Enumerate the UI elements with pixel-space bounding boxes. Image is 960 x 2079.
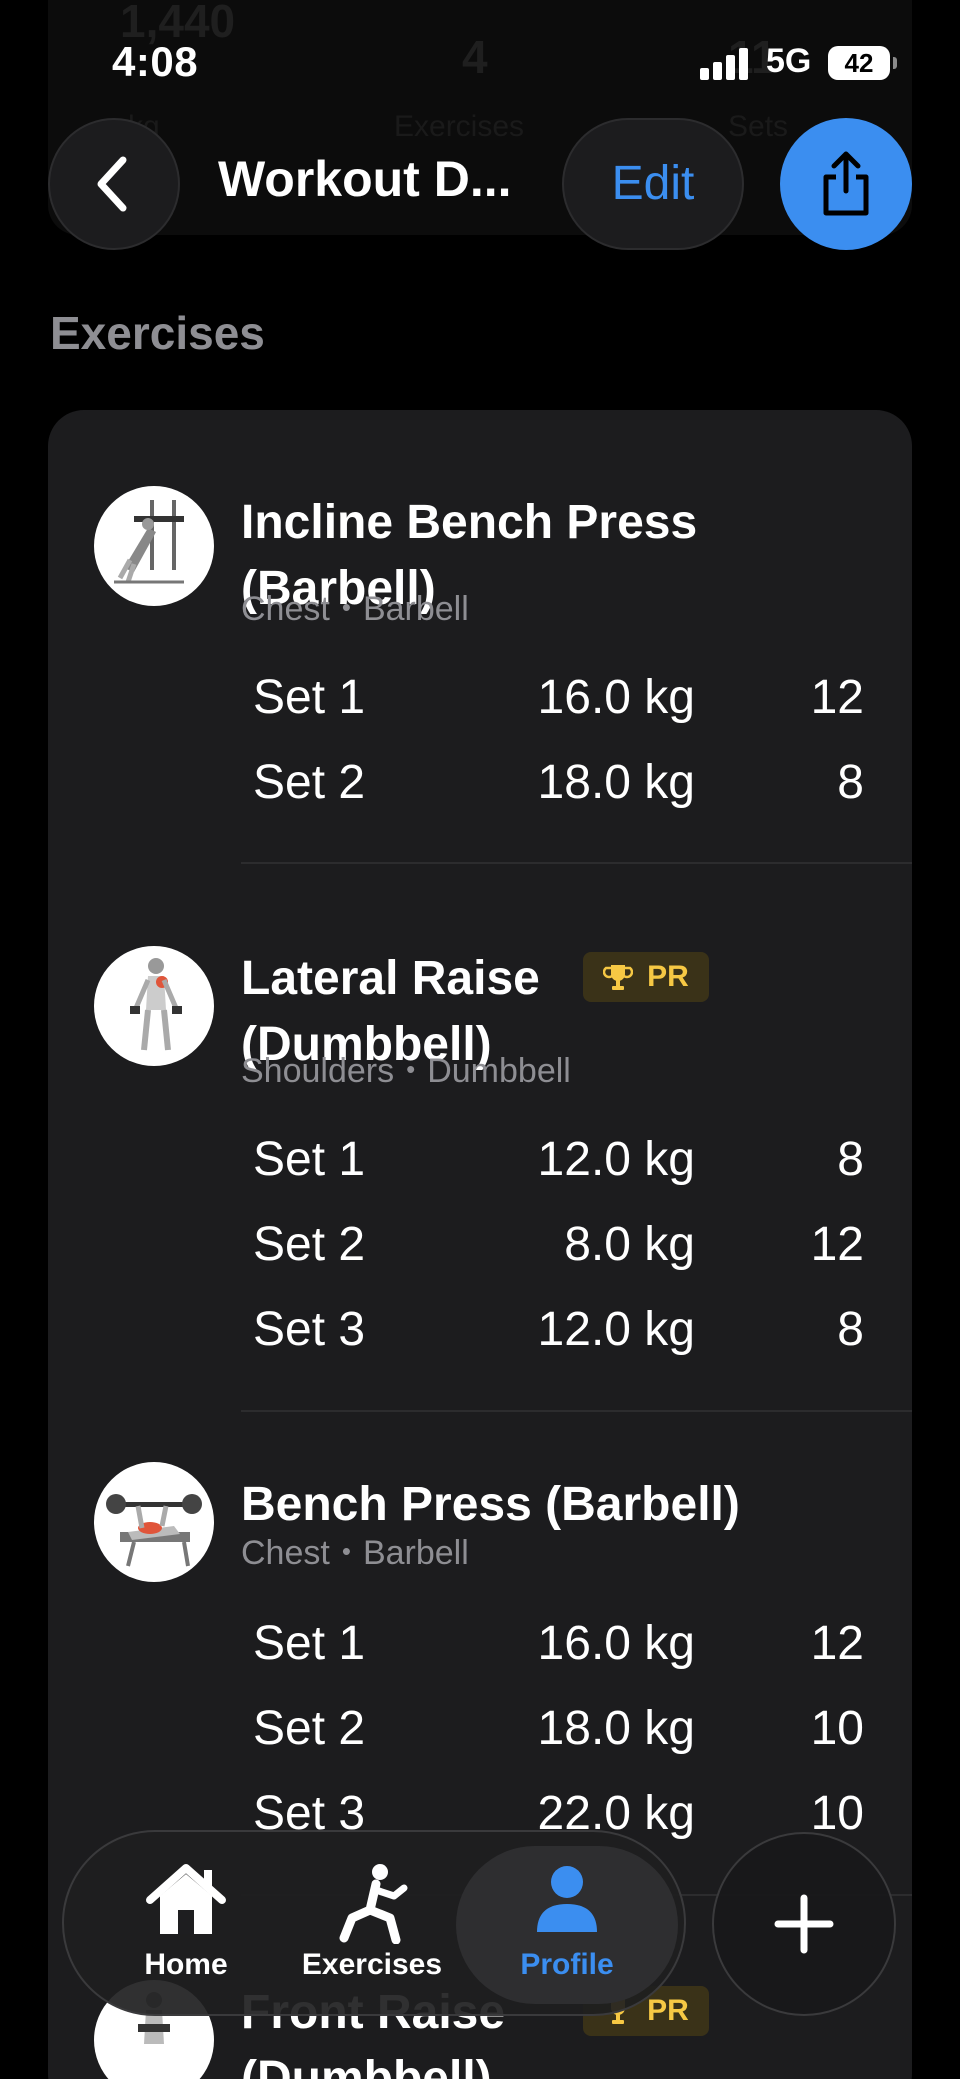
muscle-group: Shoulders	[241, 1052, 395, 1090]
set-row: Set 1 16.0 kg 12	[48, 1616, 912, 1686]
equipment-type: Dumbbell	[427, 1052, 571, 1090]
set-weight: 12.0 kg	[537, 1133, 695, 1186]
set-row: Set 2 8.0 kg 12	[48, 1217, 912, 1287]
divider	[241, 1410, 912, 1412]
network-type: 5G	[766, 42, 812, 80]
share-icon	[823, 151, 869, 216]
exercise-name-line: Lateral Raise	[241, 952, 540, 1005]
share-button[interactable]	[780, 118, 912, 250]
add-workout-button[interactable]	[712, 1832, 896, 2016]
set-label: Set 2	[253, 1702, 366, 1755]
back-button[interactable]	[48, 118, 180, 250]
equipment-type: Barbell	[362, 590, 469, 628]
set-reps: 12	[810, 1617, 864, 1670]
incline-bench-illustration-icon	[114, 500, 184, 584]
set-label: Set 3	[253, 1303, 366, 1356]
bench-press-illustration-icon	[106, 1494, 202, 1567]
set-reps: 10	[810, 1702, 864, 1755]
pr-badge: PR	[583, 952, 709, 1002]
set-reps: 8	[837, 1303, 864, 1356]
exercises-card: Incline Bench Press (Barbell) Chest • Barb…	[48, 410, 912, 2079]
cellular-signal-icon	[700, 48, 752, 80]
tab-label: Home	[144, 1948, 228, 1981]
divider	[241, 862, 912, 864]
set-row: Set 3 12.0 kg 8	[48, 1302, 912, 1372]
set-reps: 12	[810, 1218, 864, 1271]
chevron-left-icon	[97, 156, 127, 212]
exercise-name: Bench Press (Barbell)	[241, 1472, 740, 1538]
pr-label: PR	[647, 1994, 689, 2027]
tab-bar: Home Exercises Profile	[62, 1830, 686, 2016]
workout-detail-screen: 1,440 kg 4 Exercises 11 Sets 4:08 5G 42 …	[0, 0, 960, 2079]
separator-dot: •	[341, 1536, 351, 1566]
exercise-figure-icon	[339, 1864, 408, 1944]
set-weight: 18.0 kg	[537, 756, 695, 809]
section-title-exercises: Exercises	[50, 307, 265, 359]
separator-dot: •	[406, 1054, 416, 1084]
set-weight: 16.0 kg	[537, 671, 695, 724]
tab-profile[interactable]: Profile	[456, 1846, 678, 2004]
tab-exercises[interactable]: Exercises	[282, 1832, 462, 2018]
person-icon	[537, 1866, 597, 1932]
tab-label: Exercises	[301, 1948, 443, 1981]
set-row: Set 1 16.0 kg 12	[48, 670, 912, 740]
exercise-thumbnail	[94, 1462, 214, 1582]
tab-home[interactable]: Home	[96, 1832, 276, 2018]
exercise-meta: Chest • Barbell	[241, 590, 469, 629]
set-reps: 8	[837, 756, 864, 809]
house-icon	[146, 1864, 226, 1934]
exercise-name-line: Bench Press (Barbell)	[241, 1478, 740, 1531]
set-label: Set 2	[253, 1218, 366, 1271]
battery-icon: 42	[828, 46, 897, 80]
status-bar: 4:08 5G 42	[0, 0, 960, 120]
page-title: Workout D...	[218, 151, 512, 207]
battery-level: 42	[844, 48, 874, 78]
set-reps: 8	[837, 1133, 864, 1186]
separator-dot: •	[341, 592, 351, 622]
muscle-group: Chest	[241, 590, 330, 628]
plus-icon	[774, 1894, 834, 1954]
exercise-thumbnail	[94, 946, 214, 1066]
set-reps: 12	[810, 671, 864, 724]
set-weight: 16.0 kg	[537, 1617, 695, 1670]
set-weight: 8.0 kg	[564, 1218, 695, 1271]
exercise-name-line: Incline Bench Press	[241, 496, 698, 549]
set-weight: 12.0 kg	[537, 1303, 695, 1356]
set-label: Set 1	[253, 671, 366, 724]
lateral-raise-illustration-icon	[130, 958, 182, 1051]
pr-label: PR	[647, 960, 689, 993]
set-label: Set 1	[253, 1617, 366, 1670]
set-label: Set 1	[253, 1133, 366, 1186]
equipment-type: Barbell	[362, 1534, 469, 1572]
set-weight: 18.0 kg	[537, 1702, 695, 1755]
set-label: Set 2	[253, 756, 366, 809]
exercise-meta: Shoulders • Dumbbell	[241, 1052, 571, 1091]
set-row: Set 2 18.0 kg 8	[48, 755, 912, 825]
exercise-thumbnail	[94, 486, 214, 606]
tab-label: Profile	[520, 1948, 614, 1981]
set-row: Set 1 12.0 kg 8	[48, 1132, 912, 1202]
exercise-meta: Chest • Barbell	[241, 1534, 469, 1573]
exercise-name-line: (Dumbbell)	[241, 2052, 492, 2079]
trophy-icon	[603, 965, 634, 990]
muscle-group: Chest	[241, 1534, 330, 1572]
edit-button[interactable]: Edit	[562, 118, 744, 250]
status-time: 4:08	[112, 38, 199, 85]
set-row: Set 2 18.0 kg 10	[48, 1701, 912, 1771]
